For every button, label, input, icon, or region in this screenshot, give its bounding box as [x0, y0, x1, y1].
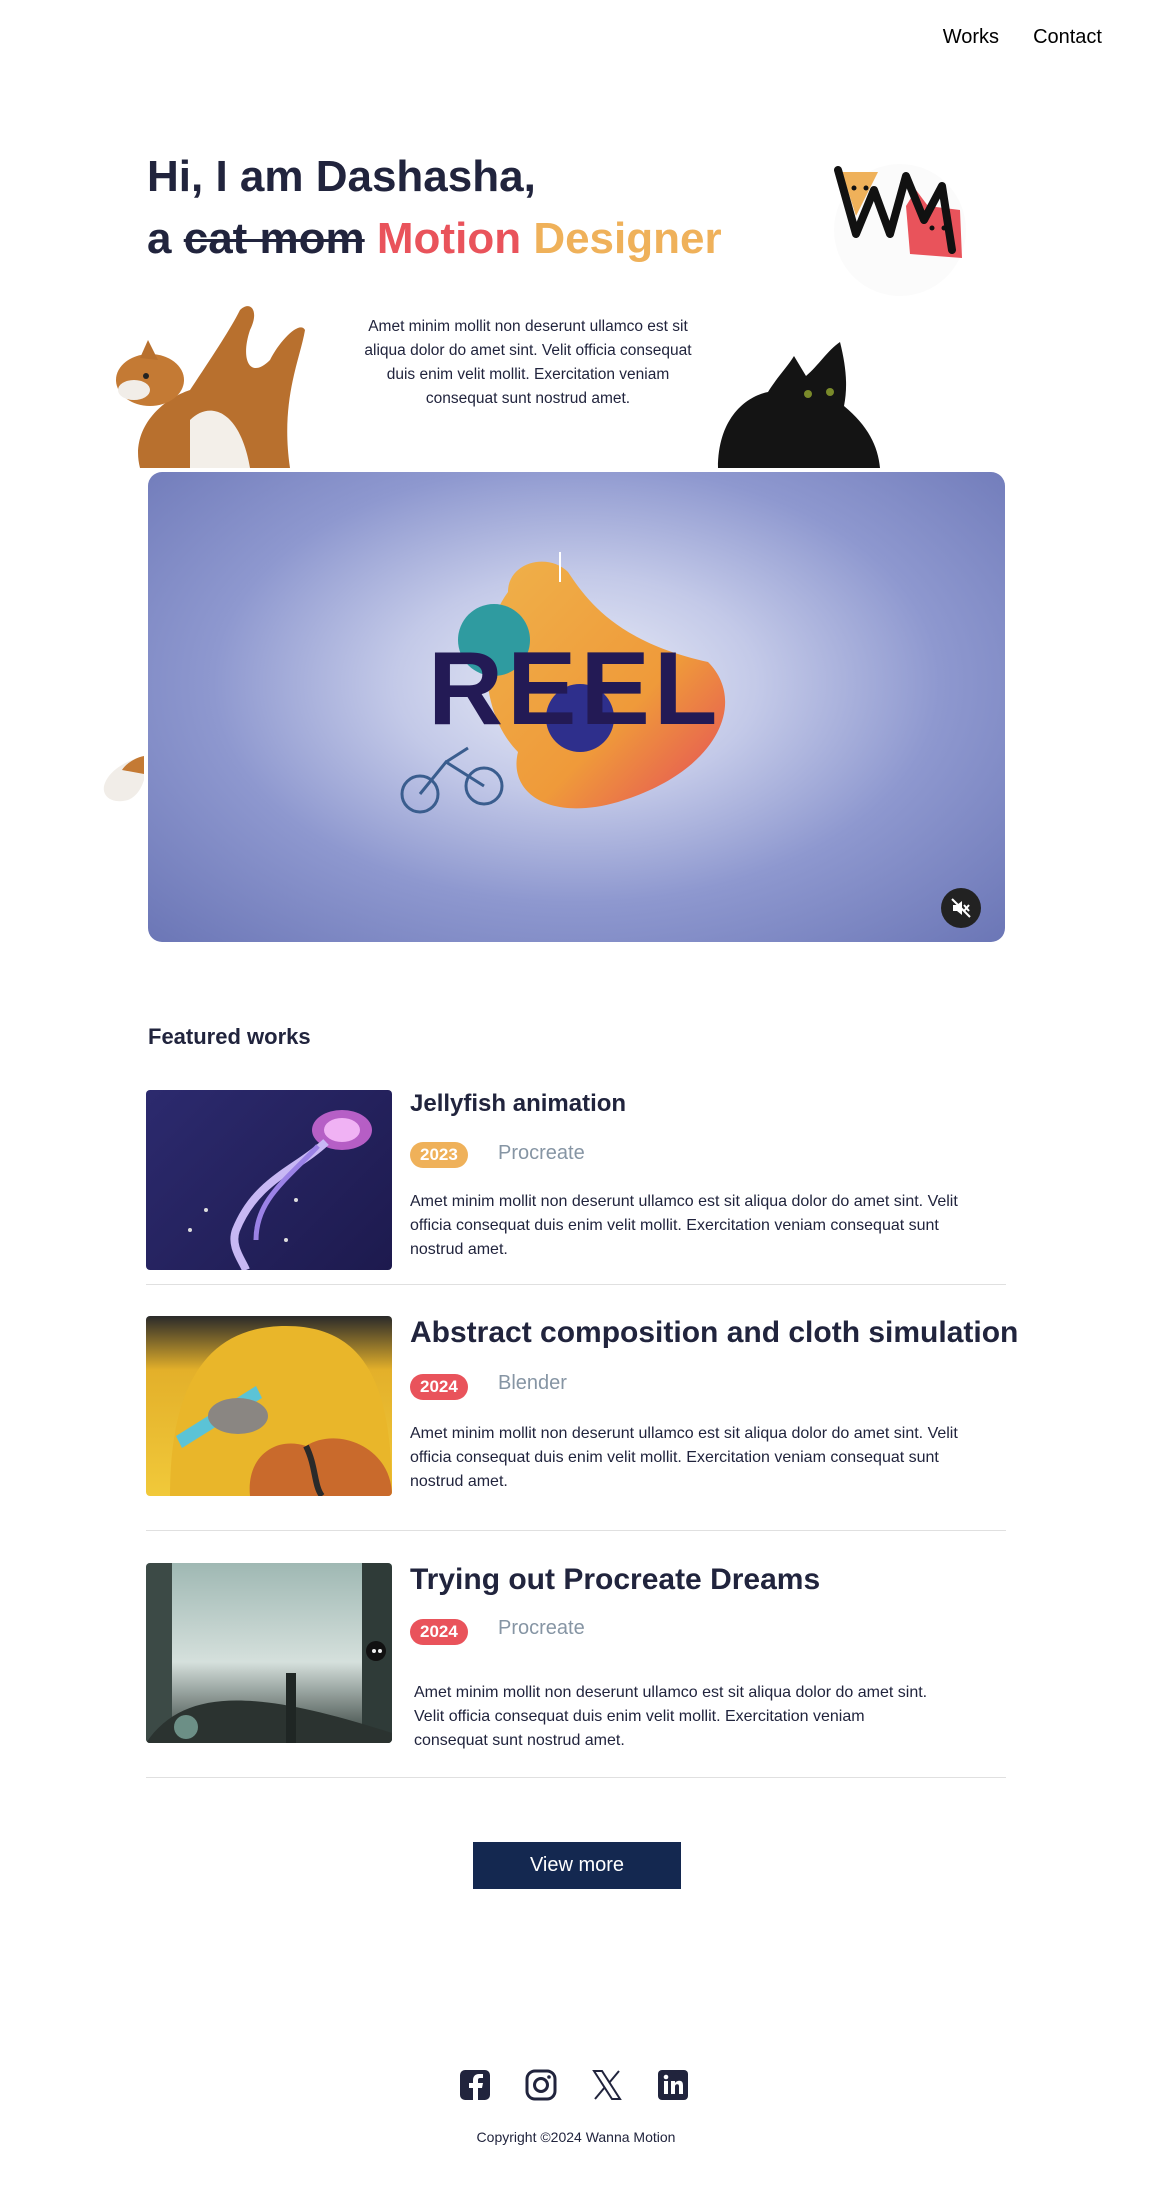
work-title[interactable]: Abstract composition and cloth simulatio…: [410, 1316, 1018, 1350]
hero-description: Amet minim mollit non deserunt ullamco e…: [364, 318, 692, 407]
work-tool: Blender: [498, 1372, 567, 1394]
mute-icon: [951, 898, 971, 918]
work-title[interactable]: Jellyfish animation: [410, 1090, 626, 1118]
divider: [146, 1777, 1006, 1778]
reel-title: REEL: [428, 631, 721, 747]
social-links: [458, 2068, 690, 2102]
nav-works-link[interactable]: Works: [943, 26, 999, 49]
year-badge: 2023: [410, 1142, 468, 1168]
view-more-button[interactable]: View more: [473, 1842, 681, 1889]
work-description: Amet minim mollit non deserunt ullamco e…: [414, 1684, 928, 1749]
year-badge: 2024: [410, 1619, 468, 1645]
hero-struck-text: cat mom: [183, 214, 365, 263]
hero-title: Hi, I am Dashasha, a cat mom Motion Desi…: [147, 146, 722, 270]
orange-cat-image: [100, 300, 310, 468]
work-tool: Procreate: [498, 1617, 585, 1639]
work-thumbnail[interactable]: [146, 1563, 392, 1743]
linkedin-icon[interactable]: [656, 2068, 690, 2102]
work-title[interactable]: Trying out Procreate Dreams: [410, 1563, 820, 1597]
copyright-text: Copyright ©2024 Wanna Motion: [476, 2129, 676, 2145]
black-cat-image: [708, 336, 884, 468]
work-thumbnail[interactable]: [146, 1090, 392, 1270]
work-description: Amet minim mollit non deserunt ullamco e…: [410, 1425, 958, 1490]
work-thumbnail[interactable]: [146, 1316, 392, 1496]
hero-role-designer: Designer: [533, 214, 722, 263]
hero-prefix: a: [147, 214, 172, 263]
cat-paw-image: [98, 750, 144, 806]
year-badge: 2024: [410, 1374, 468, 1400]
mute-button[interactable]: [941, 888, 981, 928]
divider: [146, 1530, 1006, 1531]
reel-artwork: REEL: [400, 552, 726, 814]
work-description: Amet minim mollit non deserunt ullamco e…: [410, 1193, 958, 1258]
hero-role-motion: Motion: [376, 214, 522, 263]
featured-works-heading: Featured works: [148, 1024, 311, 1049]
nav-contact-link[interactable]: Contact: [1033, 26, 1102, 49]
facebook-icon[interactable]: [458, 2068, 492, 2102]
hero-greeting: Hi, I am Dashasha,: [147, 152, 536, 201]
top-nav: Works Contact: [943, 26, 1102, 49]
work-tool: Procreate: [498, 1142, 585, 1164]
showreel-video[interactable]: REEL: [148, 472, 1005, 942]
divider: [146, 1284, 1006, 1285]
instagram-icon[interactable]: [524, 2068, 558, 2102]
wm-cats-logo: [820, 150, 980, 300]
x-icon[interactable]: [590, 2068, 624, 2102]
